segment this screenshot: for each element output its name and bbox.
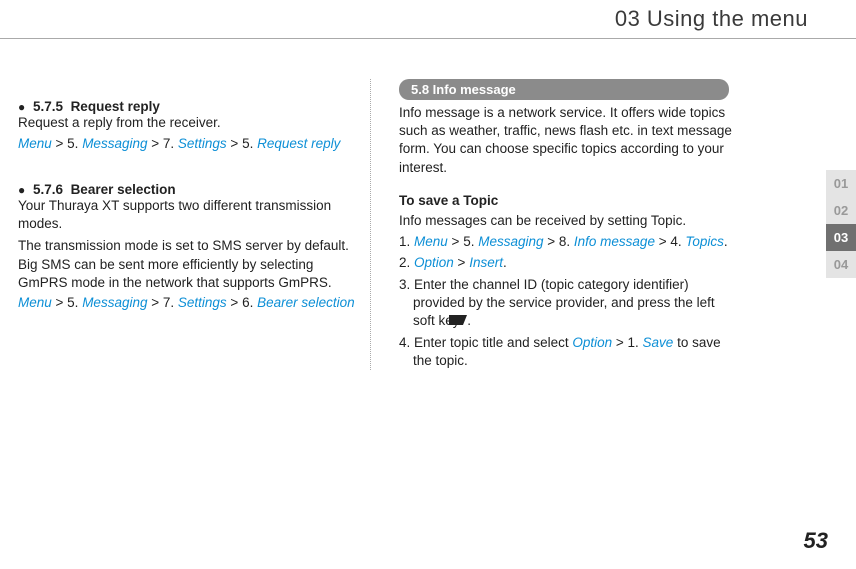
path-bearer-selection: Bearer selection xyxy=(257,295,355,310)
step-4: 4. Enter topic title and select Option >… xyxy=(399,334,738,370)
section-575-header: ● 5.7.5 Request reply xyxy=(18,99,358,114)
step-3-text-b: . xyxy=(467,313,471,328)
path-messaging: Messaging xyxy=(82,295,147,310)
path-settings: Settings xyxy=(178,136,227,151)
page-header: 03 Using the menu xyxy=(0,0,856,32)
tab-01[interactable]: 01 xyxy=(826,170,856,197)
section-58-intro: Info message is a network service. It of… xyxy=(399,104,738,177)
chapter-tabs: 01 02 03 04 xyxy=(826,170,856,278)
path-menu: Menu xyxy=(18,136,52,151)
section-575-path: Menu > 5. Messaging > 7. Settings > 5. R… xyxy=(18,135,358,154)
path-topics: Topics xyxy=(685,234,724,249)
save-topic-lead: Info messages can be received by setting… xyxy=(399,212,738,230)
step-3: 3. Enter the channel ID (topic category … xyxy=(399,276,738,331)
tab-02[interactable]: 02 xyxy=(826,197,856,224)
section-576-body2: The transmission mode is set to SMS serv… xyxy=(18,237,358,292)
section-576-header: ● 5.7.6 Bearer selection xyxy=(18,182,358,197)
tab-03[interactable]: 03 xyxy=(826,224,856,251)
section-576-title: Bearer selection xyxy=(71,182,176,197)
body-columns: ● 5.7.5 Request reply Request a reply fr… xyxy=(0,39,856,370)
section-575-body: Request a reply from the receiver. xyxy=(18,114,358,132)
path-messaging: Messaging xyxy=(82,136,147,151)
path-request-reply: Request reply xyxy=(257,136,340,151)
section-576-body1: Your Thuraya XT supports two different t… xyxy=(18,197,358,233)
section-576-num: 5.7.6 xyxy=(33,182,63,197)
tab-04[interactable]: 04 xyxy=(826,251,856,278)
page-number: 53 xyxy=(804,528,828,554)
bullet-icon: ● xyxy=(18,183,25,197)
right-column: 5.8 Info message Info message is a netwo… xyxy=(370,79,750,370)
step-1: 1. Menu > 5. Messaging > 8. Info message… xyxy=(399,233,738,251)
path-option: Option xyxy=(414,255,454,270)
section-575-title: Request reply xyxy=(71,99,160,114)
path-menu: Menu xyxy=(18,295,52,310)
save-topic-subhead: To save a Topic xyxy=(399,193,738,208)
step-2: 2. Option > Insert. xyxy=(399,254,738,272)
section-58-pill: 5.8 Info message xyxy=(399,79,729,100)
path-option: Option xyxy=(572,335,612,350)
step-3-text-a: 3. Enter the channel ID (topic category … xyxy=(399,277,715,328)
chapter-title: 03 Using the menu xyxy=(615,6,808,31)
path-menu: Menu xyxy=(414,234,448,249)
path-save: Save xyxy=(643,335,674,350)
section-576-path: Menu > 5. Messaging > 7. Settings > 6. B… xyxy=(18,294,358,313)
bullet-icon: ● xyxy=(18,100,25,114)
left-column: ● 5.7.5 Request reply Request a reply fr… xyxy=(0,79,370,370)
path-messaging: Messaging xyxy=(478,234,543,249)
path-insert: Insert xyxy=(469,255,503,270)
path-settings: Settings xyxy=(178,295,227,310)
section-575-num: 5.7.5 xyxy=(33,99,63,114)
path-info-message: Info message xyxy=(574,234,655,249)
